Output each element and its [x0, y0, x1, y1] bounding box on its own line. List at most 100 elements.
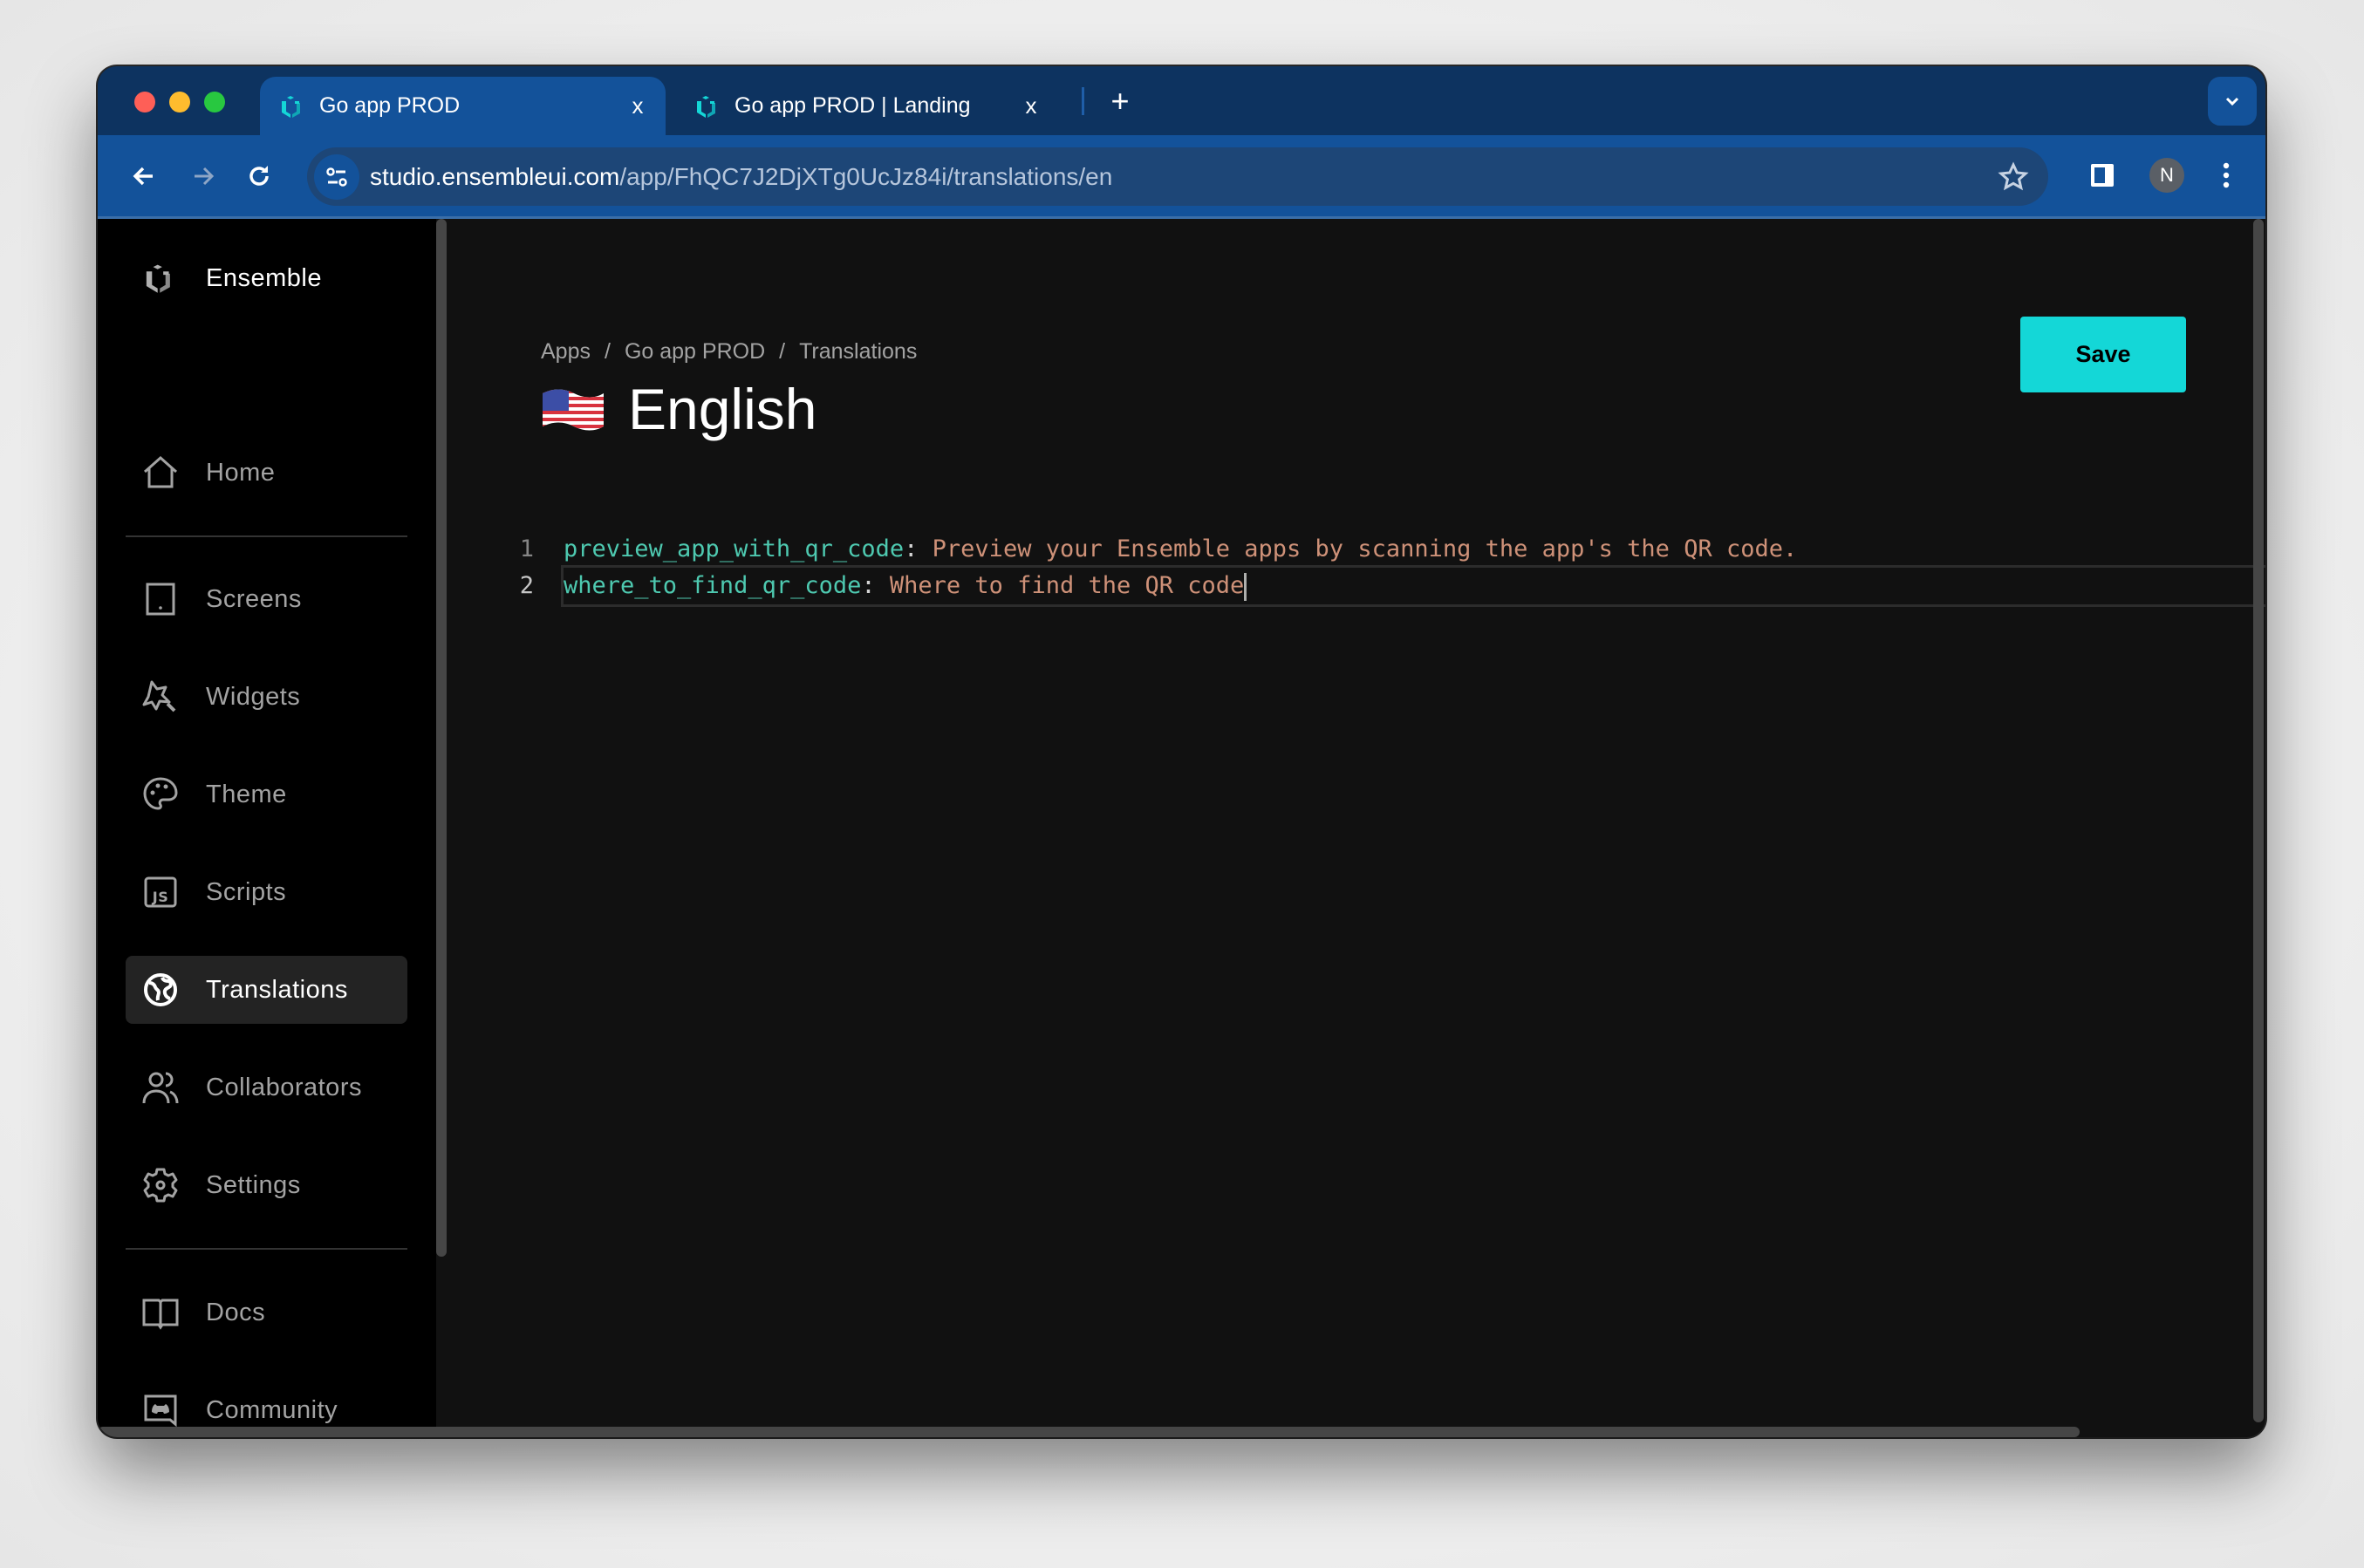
- sidebar-divider: [126, 535, 407, 537]
- sidebar-item-translations[interactable]: Translations: [126, 956, 407, 1024]
- sidebar-item-settings[interactable]: Settings: [126, 1151, 407, 1219]
- main-panel: Apps / Go app PROD / Translations Englis…: [447, 219, 2265, 1437]
- address-bar[interactable]: studio.ensembleui.com/app/FhQC7J2DjXTg0U…: [307, 147, 2048, 206]
- sidebar-scrollbar[interactable]: [436, 219, 447, 1257]
- page-title: English: [541, 376, 816, 442]
- chevron-down-icon: [2222, 91, 2243, 112]
- save-button[interactable]: Save: [2020, 317, 2186, 392]
- palette-icon: [141, 775, 180, 814]
- users-icon: [141, 1068, 180, 1107]
- sidebar-item-home[interactable]: Home: [126, 439, 407, 507]
- text-cursor: [1244, 572, 1247, 601]
- sidebar-item-theme[interactable]: Theme: [126, 760, 407, 828]
- star-icon: [1998, 161, 2029, 193]
- js-icon: JS: [141, 873, 180, 911]
- minimize-window-button[interactable]: [169, 92, 190, 112]
- globe-icon: [141, 971, 180, 1009]
- main-vertical-scrollbar[interactable]: [2253, 219, 2264, 1422]
- yaml-editor[interactable]: 1 preview_app_with_qr_code: Preview your…: [520, 531, 2265, 607]
- code-line-current[interactable]: 2 where_to_find_qr_code: Where to find t…: [520, 565, 2265, 607]
- sidebar-item-label: Community: [206, 1395, 338, 1424]
- ensemble-logo-icon: [694, 94, 719, 119]
- sidebar-item-label: Home: [206, 458, 276, 487]
- url-text[interactable]: studio.ensembleui.com/app/FhQC7J2DjXTg0U…: [370, 163, 1112, 191]
- translation-value: Where to find the QR code: [875, 572, 1245, 599]
- code-line[interactable]: 1 preview_app_with_qr_code: Preview your…: [520, 531, 2265, 568]
- sidebar-item-label: Docs: [206, 1298, 266, 1326]
- bookmark-button[interactable]: [1998, 161, 2029, 193]
- tab-close-button[interactable]: x: [1014, 92, 1049, 119]
- back-button[interactable]: [122, 154, 166, 198]
- gear-icon: [141, 1166, 180, 1204]
- translation-key: preview_app_with_qr_code: [564, 535, 905, 562]
- horizontal-scrollbar[interactable]: [98, 1427, 2080, 1437]
- sidebar-item-screens[interactable]: Screens: [126, 565, 407, 633]
- home-icon: [141, 453, 180, 492]
- sidebar-item-widgets[interactable]: Widgets: [126, 663, 407, 731]
- profile-button[interactable]: N: [2144, 153, 2190, 198]
- browser-window: Go app PROD x Go app PROD | Landing x +: [98, 66, 2265, 1437]
- translation-key: where_to_find_qr_code: [564, 572, 862, 599]
- tab-close-button[interactable]: x: [620, 92, 655, 119]
- arrow-right-icon: [189, 162, 217, 190]
- language-title: English: [628, 377, 817, 441]
- tab-separator: [1082, 87, 1084, 115]
- tab-search-button[interactable]: [2208, 77, 2257, 126]
- key-separator: :: [861, 572, 876, 599]
- sidebar: Ensemble Home Screens Widgets Theme JS S…: [98, 219, 436, 1437]
- discord-icon: [141, 1391, 180, 1429]
- tab-strip: Go app PROD x Go app PROD | Landing x +: [98, 66, 2265, 135]
- svg-text:JS: JS: [152, 889, 168, 905]
- sidebar-item-collaborators[interactable]: Collaborators: [126, 1053, 407, 1121]
- browser-menu-button[interactable]: [2203, 153, 2249, 198]
- browser-toolbar: studio.ensembleui.com/app/FhQC7J2DjXTg0U…: [98, 135, 2265, 219]
- url-path: /app/FhQC7J2DjXTg0UcJz84i/translations/e…: [619, 162, 1113, 190]
- magic-wand-icon: [141, 678, 180, 716]
- ensemble-logo-icon: [143, 262, 174, 294]
- side-panel-button[interactable]: [2080, 153, 2125, 198]
- sidebar-item-label: Screens: [206, 584, 302, 613]
- close-window-button[interactable]: [134, 92, 155, 112]
- book-icon: [141, 1293, 180, 1332]
- forward-button[interactable]: [181, 154, 225, 198]
- side-panel-icon: [2089, 162, 2115, 188]
- sidebar-item-label: Translations: [206, 975, 348, 1004]
- key-separator: :: [904, 535, 919, 562]
- brand[interactable]: Ensemble: [143, 262, 322, 294]
- breadcrumb-apps[interactable]: Apps: [541, 339, 591, 365]
- line-number: 1: [519, 535, 534, 562]
- tab-title: Go app PROD | Landing: [734, 93, 971, 118]
- breadcrumb: Apps / Go app PROD / Translations: [541, 339, 917, 365]
- site-settings-button[interactable]: [314, 153, 359, 200]
- reload-icon: [245, 162, 273, 190]
- tab-title: Go app PROD: [319, 93, 461, 118]
- ensemble-logo-icon: [279, 94, 304, 119]
- url-host: studio.ensembleui.com: [370, 162, 620, 190]
- sidebar-item-label: Scripts: [206, 877, 287, 906]
- new-tab-button[interactable]: +: [1101, 82, 1139, 120]
- line-number: 2: [519, 572, 534, 599]
- sidebar-item-label: Widgets: [206, 682, 301, 711]
- tablet-icon: [141, 580, 180, 618]
- maximize-window-button[interactable]: [204, 92, 225, 112]
- breadcrumb-separator: /: [604, 339, 611, 364]
- sidebar-item-label: Settings: [206, 1170, 301, 1199]
- sidebar-item-label: Theme: [206, 780, 287, 808]
- breadcrumb-separator: /: [779, 339, 786, 364]
- brand-name: Ensemble: [206, 263, 322, 292]
- reload-button[interactable]: [237, 154, 281, 198]
- breadcrumb-translations[interactable]: Translations: [799, 339, 917, 365]
- code-text: where_to_find_qr_code: Where to find the…: [561, 565, 2265, 607]
- sidebar-item-scripts[interactable]: JS Scripts: [126, 858, 407, 926]
- more-vertical-icon: [2221, 161, 2231, 189]
- tab-go-app-prod[interactable]: Go app PROD x: [260, 77, 666, 135]
- breadcrumb-app[interactable]: Go app PROD: [625, 339, 765, 365]
- avatar: N: [2149, 158, 2184, 193]
- code-text: preview_app_with_qr_code: Preview your E…: [564, 531, 1797, 568]
- sidebar-divider: [126, 1248, 407, 1250]
- tune-icon: [324, 164, 350, 190]
- us-flag-icon: [541, 386, 605, 432]
- sidebar-item-docs[interactable]: Docs: [126, 1278, 407, 1346]
- tab-go-app-prod-landing[interactable]: Go app PROD | Landing x: [675, 77, 1059, 135]
- page-content: Ensemble Home Screens Widgets Theme JS S…: [98, 219, 2265, 1437]
